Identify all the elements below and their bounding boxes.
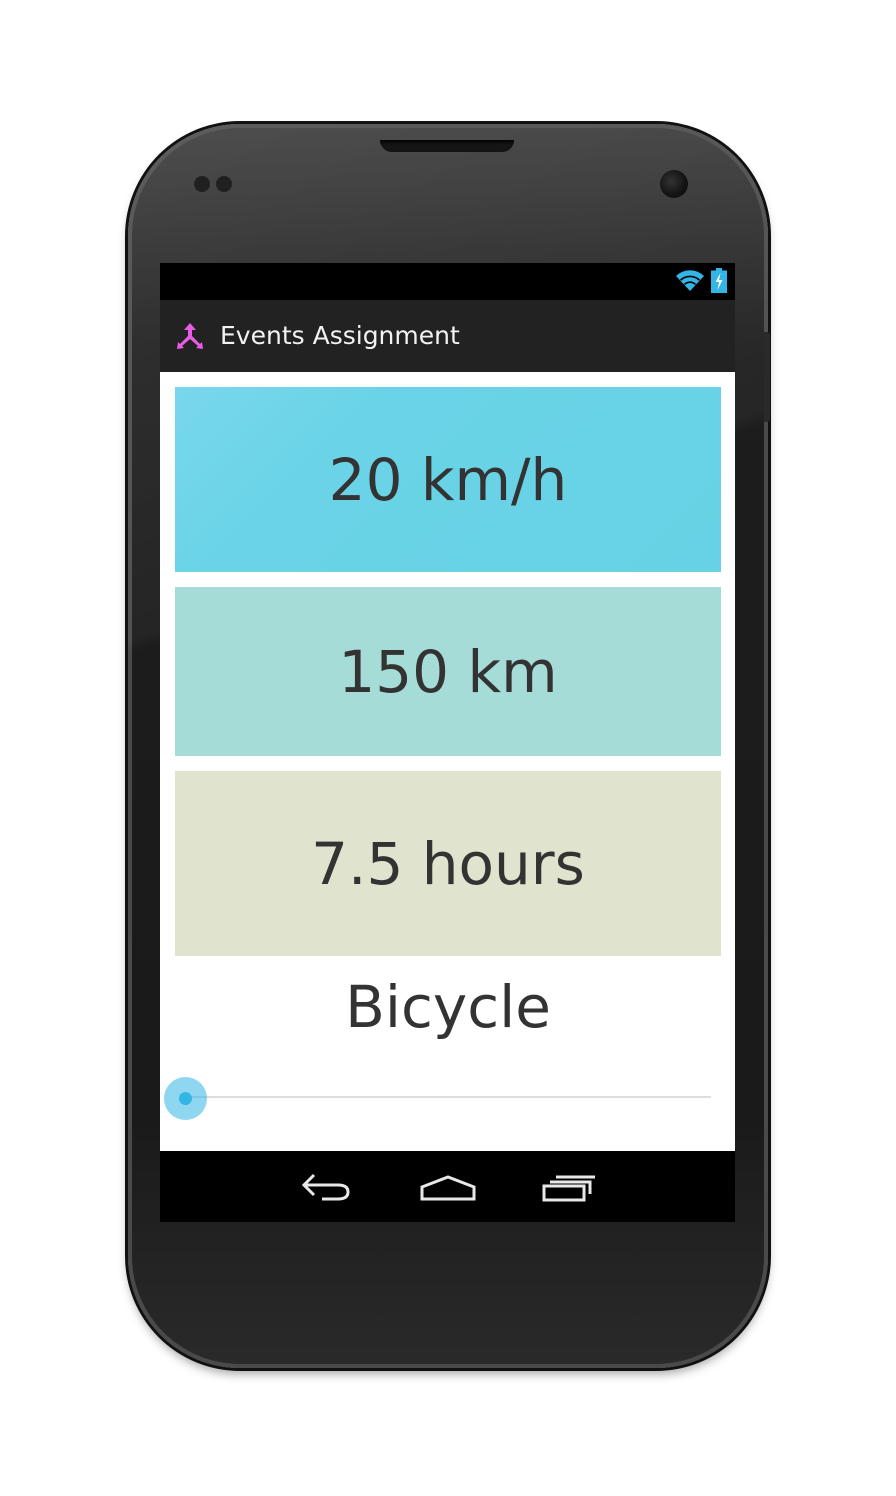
vehicle-label: Bicycle	[345, 973, 551, 1041]
distance-tile[interactable]: 150 km	[175, 587, 721, 756]
wifi-icon	[676, 270, 704, 291]
content-area: 20 km/h 150 km 7.5 hours Bicycle	[160, 372, 735, 1151]
recent-apps-icon[interactable]	[538, 1165, 598, 1209]
light-sensor	[216, 176, 232, 192]
power-button	[764, 332, 770, 422]
battery-charging-icon	[711, 268, 727, 293]
vehicle-seekbar[interactable]	[160, 1074, 735, 1122]
seekbar-thumb-core	[178, 1092, 192, 1105]
time-tile[interactable]: 7.5 hours	[175, 771, 721, 956]
front-camera	[660, 170, 688, 198]
phone-screen: Events Assignment 20 km/h 150 km 7.5 hou…	[160, 263, 735, 1222]
time-value: 7.5 hours	[311, 829, 585, 898]
home-icon[interactable]	[418, 1165, 478, 1209]
app-title: Events Assignment	[220, 321, 460, 350]
speed-value: 20 km/h	[328, 445, 568, 514]
proximity-sensor	[194, 176, 210, 192]
navigation-bar	[160, 1151, 735, 1222]
back-icon[interactable]	[298, 1165, 358, 1209]
status-bar	[160, 263, 735, 300]
merge-arrows-icon[interactable]	[177, 322, 203, 350]
speed-tile[interactable]: 20 km/h	[175, 387, 721, 572]
page: Events Assignment 20 km/h 150 km 7.5 hou…	[0, 0, 896, 1496]
action-bar: Events Assignment	[160, 300, 735, 372]
seekbar-thumb[interactable]	[163, 1077, 207, 1120]
distance-value: 150 km	[338, 637, 558, 706]
seekbar-track[interactable]	[184, 1096, 711, 1098]
earpiece-speaker	[380, 140, 514, 152]
